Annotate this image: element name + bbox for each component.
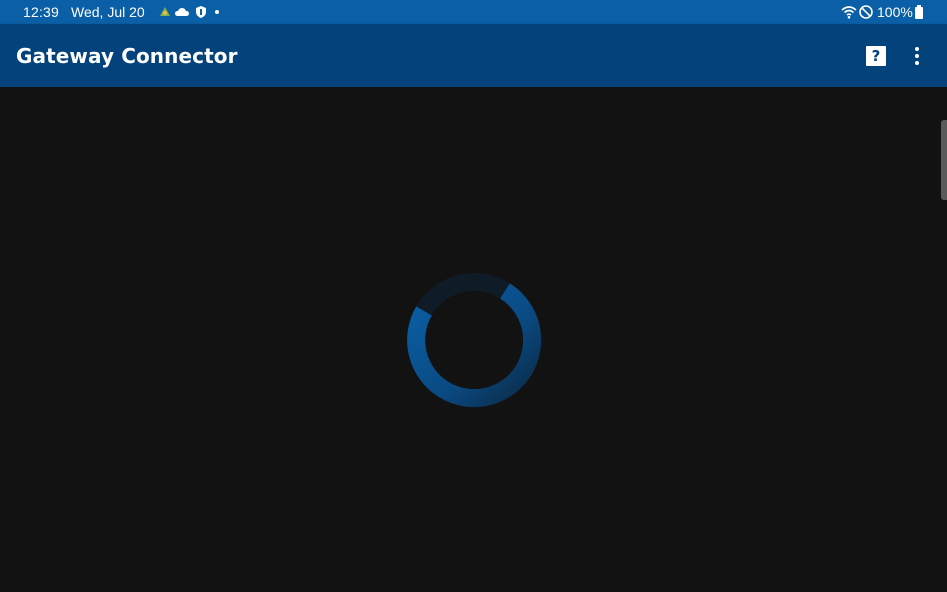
app-bar: Gateway Connector ?: [0, 24, 947, 87]
scrollbar-handle[interactable]: [941, 120, 947, 200]
more-vert-icon-dot: [915, 54, 919, 58]
status-date: Wed, Jul 20: [71, 4, 145, 20]
battery-percentage: 100%: [877, 4, 913, 20]
more-vert-icon: [915, 47, 919, 51]
more-notifications-dot: [215, 10, 219, 14]
shield-icon: [196, 6, 206, 18]
wifi-icon: [841, 6, 857, 19]
do-not-disturb-icon: [859, 5, 873, 19]
loading-spinner: [407, 273, 542, 408]
status-bar: 12:39 Wed, Jul 20 100%: [0, 0, 947, 24]
help-button[interactable]: ?: [866, 46, 886, 66]
cloud-icon: [175, 8, 189, 16]
overflow-menu-button[interactable]: [907, 44, 927, 68]
app-title: Gateway Connector: [16, 44, 238, 68]
help-icon: ?: [871, 47, 881, 65]
app-notification-icon: [160, 7, 170, 16]
status-time: 12:39: [23, 4, 60, 20]
more-vert-icon-dot: [915, 61, 919, 65]
battery-icon: [915, 5, 923, 19]
main-content: [0, 87, 947, 592]
